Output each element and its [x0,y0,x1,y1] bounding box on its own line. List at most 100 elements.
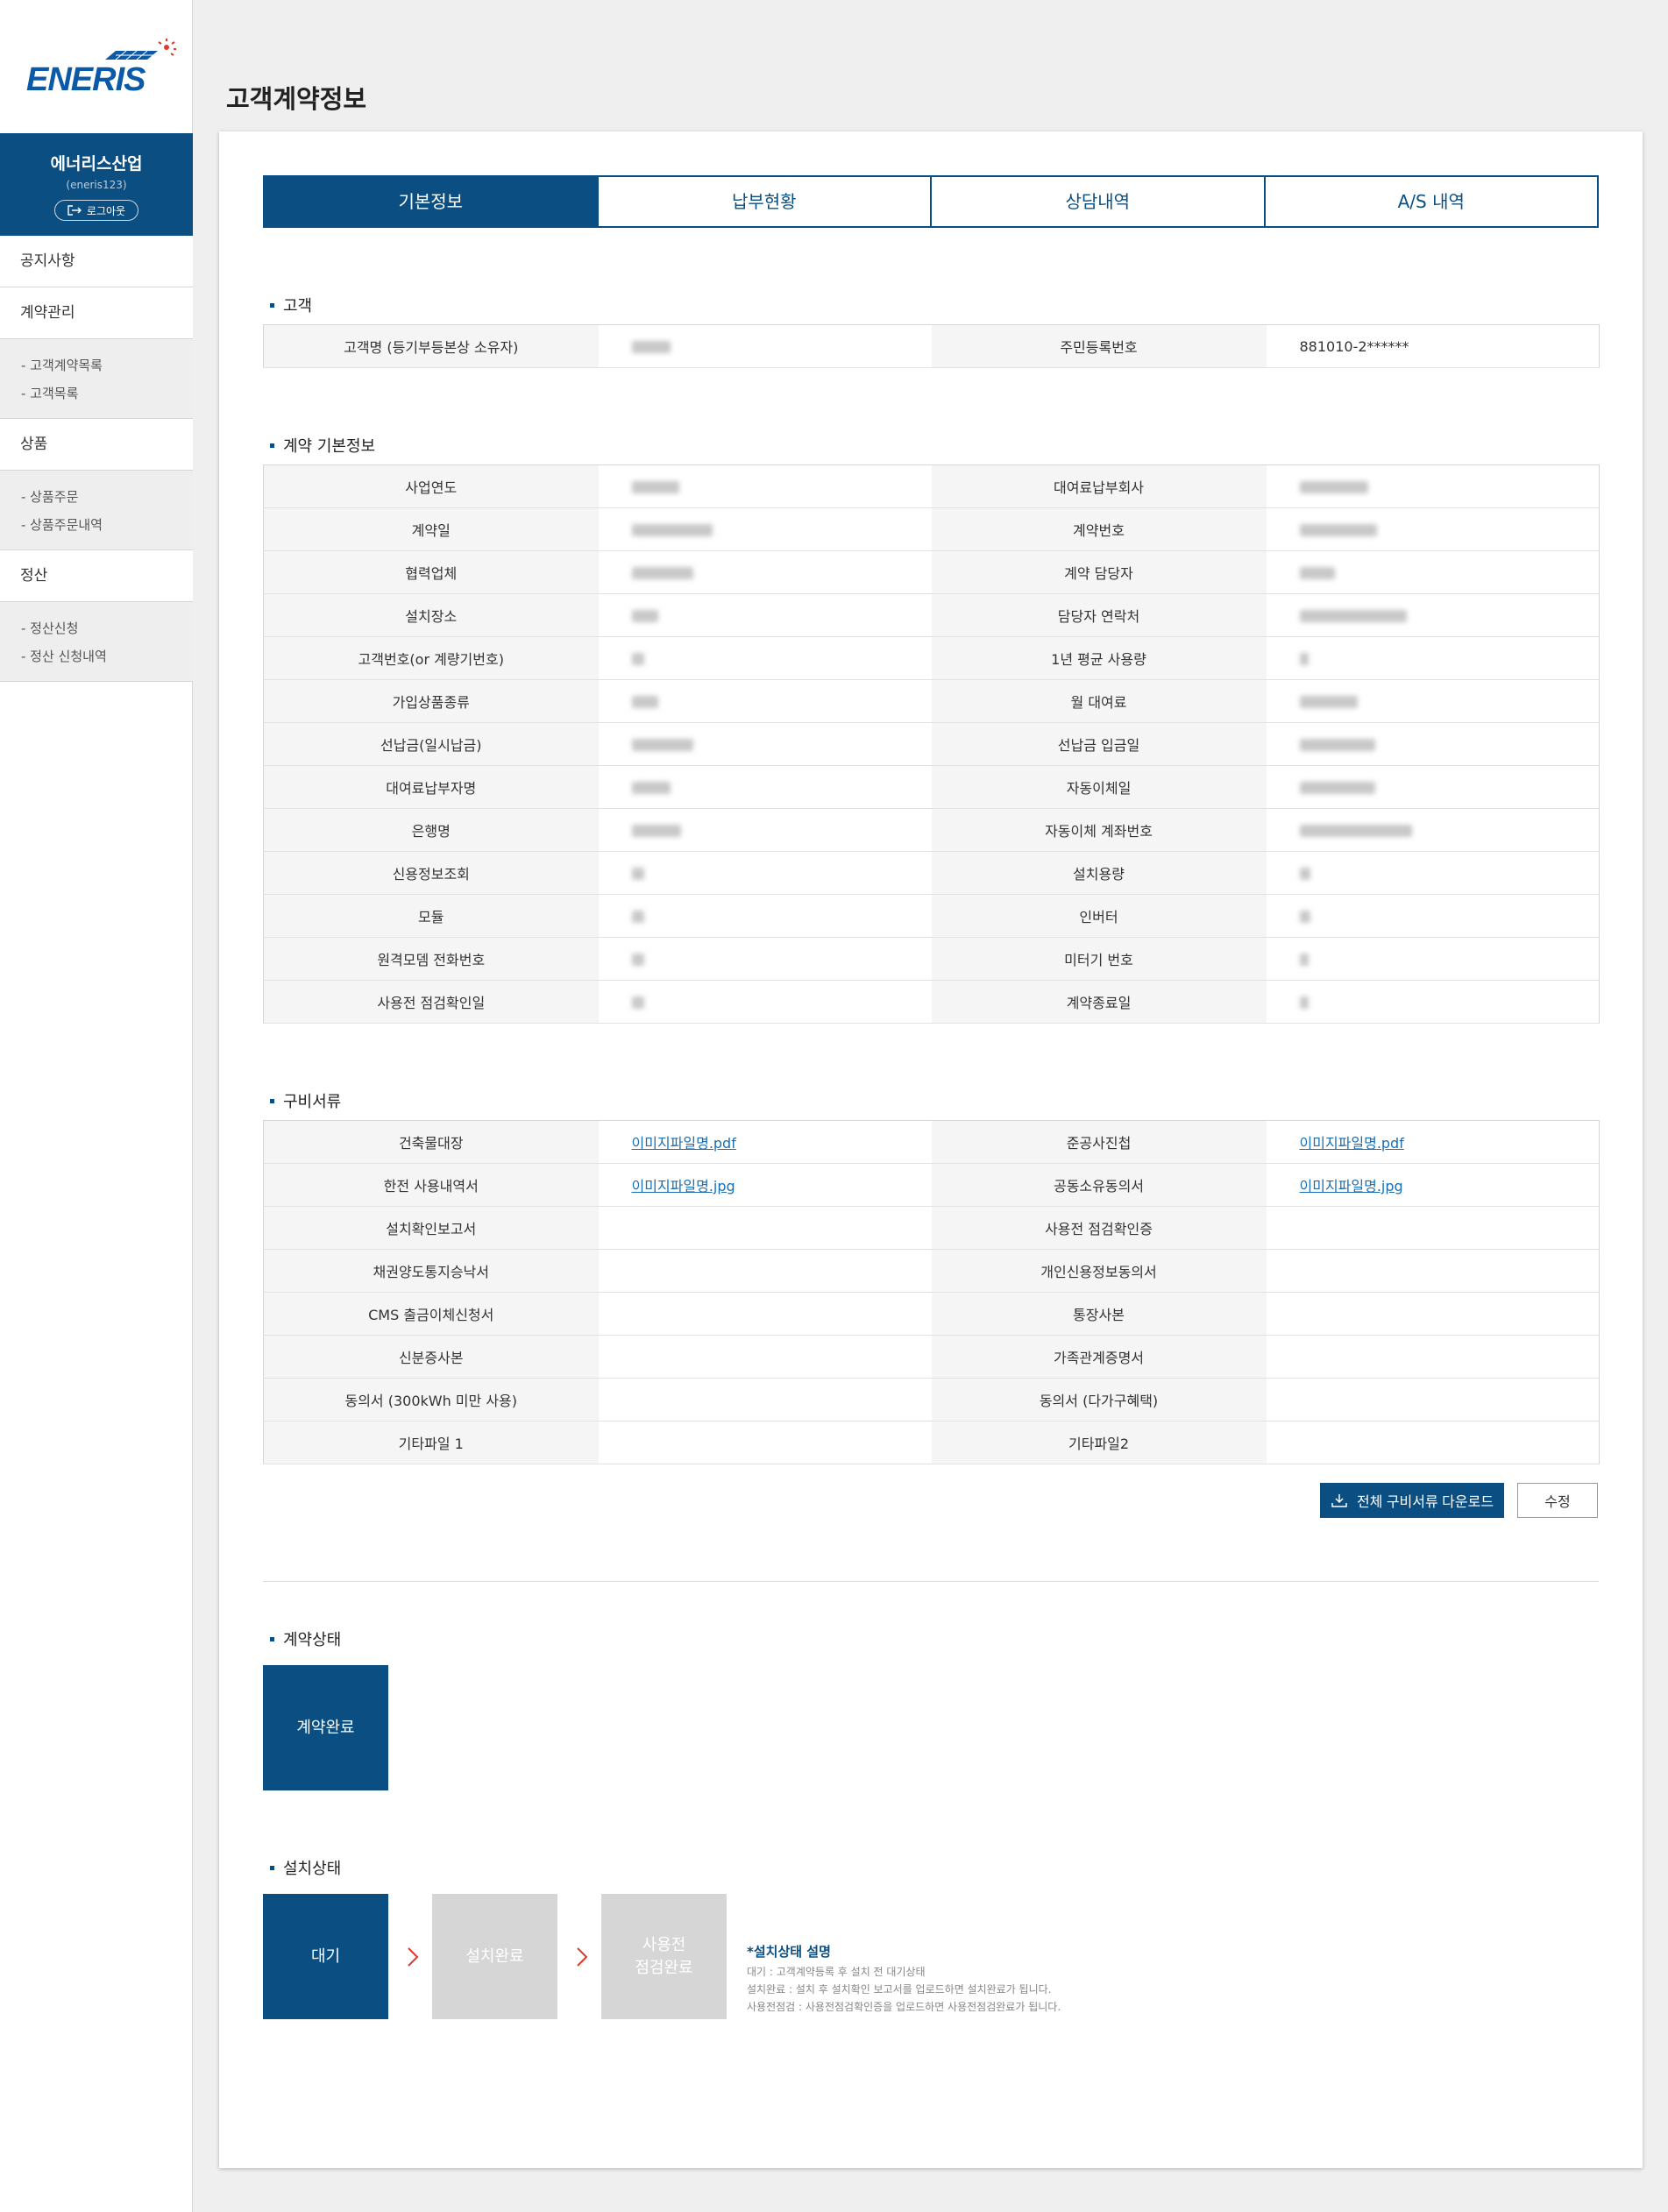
field-value [598,593,932,637]
nav-product[interactable]: 상품 [0,419,193,471]
table-row: 채권양도통지승낙서 개인신용정보동의서 [263,1249,1600,1293]
field-value [598,937,932,981]
document-file [1266,1249,1600,1293]
nav-product-sub: - 상품주문 - 상품주문내역 [0,471,193,550]
tab-payment-status[interactable]: 납부현황 [596,177,930,226]
document-file: 이미지파일명.pdf [598,1120,932,1164]
field-label: 담당자 연락처 [931,593,1267,637]
document-label: 개인신용정보동의서 [931,1249,1267,1293]
tab-consultation[interactable]: 상담내역 [930,177,1264,226]
nav-contract-list[interactable]: - 고객계약목록 [21,351,193,379]
document-label: 통장사본 [931,1292,1267,1336]
legend-line: 대기 : 고객계약등록 후 설치 전 대기상태 [747,1966,926,1978]
field-label: 월 대여료 [931,679,1267,723]
field-value [1266,722,1600,766]
field-label: 계약번호 [931,507,1267,551]
logout-button[interactable]: 로그아웃 [53,200,139,221]
divider [263,1581,1599,1582]
field-label: 계약 담당자 [931,550,1267,594]
nav-settlement-history[interactable]: - 정산 신청내역 [21,642,193,670]
field-label: 자동이체 계좌번호 [931,808,1267,852]
table-row: 설치장소 담당자 연락처 [263,593,1600,637]
field-value [1266,593,1600,637]
table-row: 건축물대장 이미지파일명.pdf 준공사진첩 이미지파일명.pdf [263,1120,1600,1164]
table-row: 가입상품종류 월 대여료 [263,679,1600,723]
document-file: 이미지파일명.jpg [1266,1163,1600,1207]
tab-basic-info[interactable]: 기본정보 [265,177,597,226]
field-value [598,636,932,680]
install-step-complete: 설치완료 [432,1894,557,2019]
table-row: 신분증사본 가족관계증명서 [263,1335,1600,1379]
file-link[interactable]: 이미지파일명.jpg [632,1178,735,1195]
logout-icon [67,205,82,216]
field-value [598,550,932,594]
nav-settlement-request[interactable]: - 정산신청 [21,614,193,642]
document-label: 기타파일 1 [263,1421,599,1464]
document-file [598,1335,932,1379]
document-label: 건축물대장 [263,1120,599,1164]
file-link[interactable]: 이미지파일명.jpg [1300,1178,1403,1195]
customer-table: 고객명 (등기부등본상 소유자) 주민등록번호 881010-2****** [263,324,1600,368]
document-file [598,1206,932,1250]
table-row: 한전 사용내역서 이미지파일명.jpg 공동소유동의서 이미지파일명.jpg [263,1163,1600,1207]
field-label: 대여료납부회사 [931,464,1267,508]
nav-contract[interactable]: 계약관리 [0,287,193,339]
document-label: 가족관계증명서 [931,1335,1267,1379]
field-value [1266,507,1600,551]
document-label: 준공사진첩 [931,1120,1267,1164]
table-row: 사용전 점검확인일 계약종료일 [263,980,1600,1024]
nav-product-order-history[interactable]: - 상품주문내역 [21,511,193,539]
section-documents-title: 구비서류 [270,1089,341,1112]
document-label: 사용전 점검확인증 [931,1206,1267,1250]
field-label: 모듈 [263,894,599,938]
field-label: 은행명 [263,808,599,852]
document-label: 기타파일2 [931,1421,1267,1464]
field-value [1266,464,1600,508]
field-label: 계약종료일 [931,980,1267,1024]
logo-text: ENERIS [26,61,146,98]
document-file [1266,1292,1600,1336]
profile-panel: 에너리스산업 (eneris123) 로그아웃 [0,133,193,236]
edit-button[interactable]: 수정 [1517,1483,1598,1518]
field-value [598,808,932,852]
field-label: 자동이체일 [931,765,1267,809]
field-label: 원격모뎀 전화번호 [263,937,599,981]
rrn-label: 주민등록번호 [931,324,1267,368]
field-label: 고객번호(or 계량기번호) [263,636,599,680]
field-value [598,851,932,895]
customer-name-label: 고객명 (등기부등본상 소유자) [263,324,599,368]
tab-as-history[interactable]: A/S 내역 [1263,177,1597,226]
nav-settlement[interactable]: 정산 [0,550,193,602]
field-value [598,765,932,809]
field-label: 설치장소 [263,593,599,637]
eneris-logo[interactable]: ENERIS [26,35,176,98]
document-file [598,1421,932,1464]
chevron-right-icon [577,1947,588,1967]
field-value [598,679,932,723]
field-label: 가입상품종류 [263,679,599,723]
chevron-right-icon [408,1947,419,1967]
table-row: 선납금(일시납금) 선납금 입금일 [263,722,1600,766]
install-status-legend: *설치상태 설명 대기 : 고객계약등록 후 설치 전 대기상태 설치완료 : … [747,1942,1061,2013]
table-row: 신용정보조회 설치용량 [263,851,1600,895]
field-value [598,507,932,551]
document-label: CMS 출금이체신청서 [263,1292,599,1336]
document-file [598,1249,932,1293]
logout-label: 로그아웃 [86,204,126,217]
document-label: 채권양도통지승낙서 [263,1249,599,1293]
nav-customer-list[interactable]: - 고객목록 [21,379,193,408]
legend-line: 사용전점검 : 사용전점검확인증을 업로드하면 사용전점검완료가 됩니다. [747,2001,1061,2013]
download-all-documents-button[interactable]: 전체 구비서류 다운로드 [1320,1483,1504,1518]
field-label: 설치용량 [931,851,1267,895]
table-row: 고객번호(or 계량기번호) 1년 평균 사용량 [263,636,1600,680]
document-file [1266,1421,1600,1464]
file-link[interactable]: 이미지파일명.pdf [1300,1135,1404,1152]
file-link[interactable]: 이미지파일명.pdf [632,1135,736,1152]
section-customer-title: 고객 [270,294,312,316]
nav-product-order[interactable]: - 상품주문 [21,483,193,511]
table-row: CMS 출금이체신청서 통장사본 [263,1292,1600,1336]
field-label: 선납금 입금일 [931,722,1267,766]
table-row: 계약일 계약번호 [263,507,1600,551]
customer-name-value [598,324,932,368]
nav-notice[interactable]: 공지사항 [0,236,193,287]
